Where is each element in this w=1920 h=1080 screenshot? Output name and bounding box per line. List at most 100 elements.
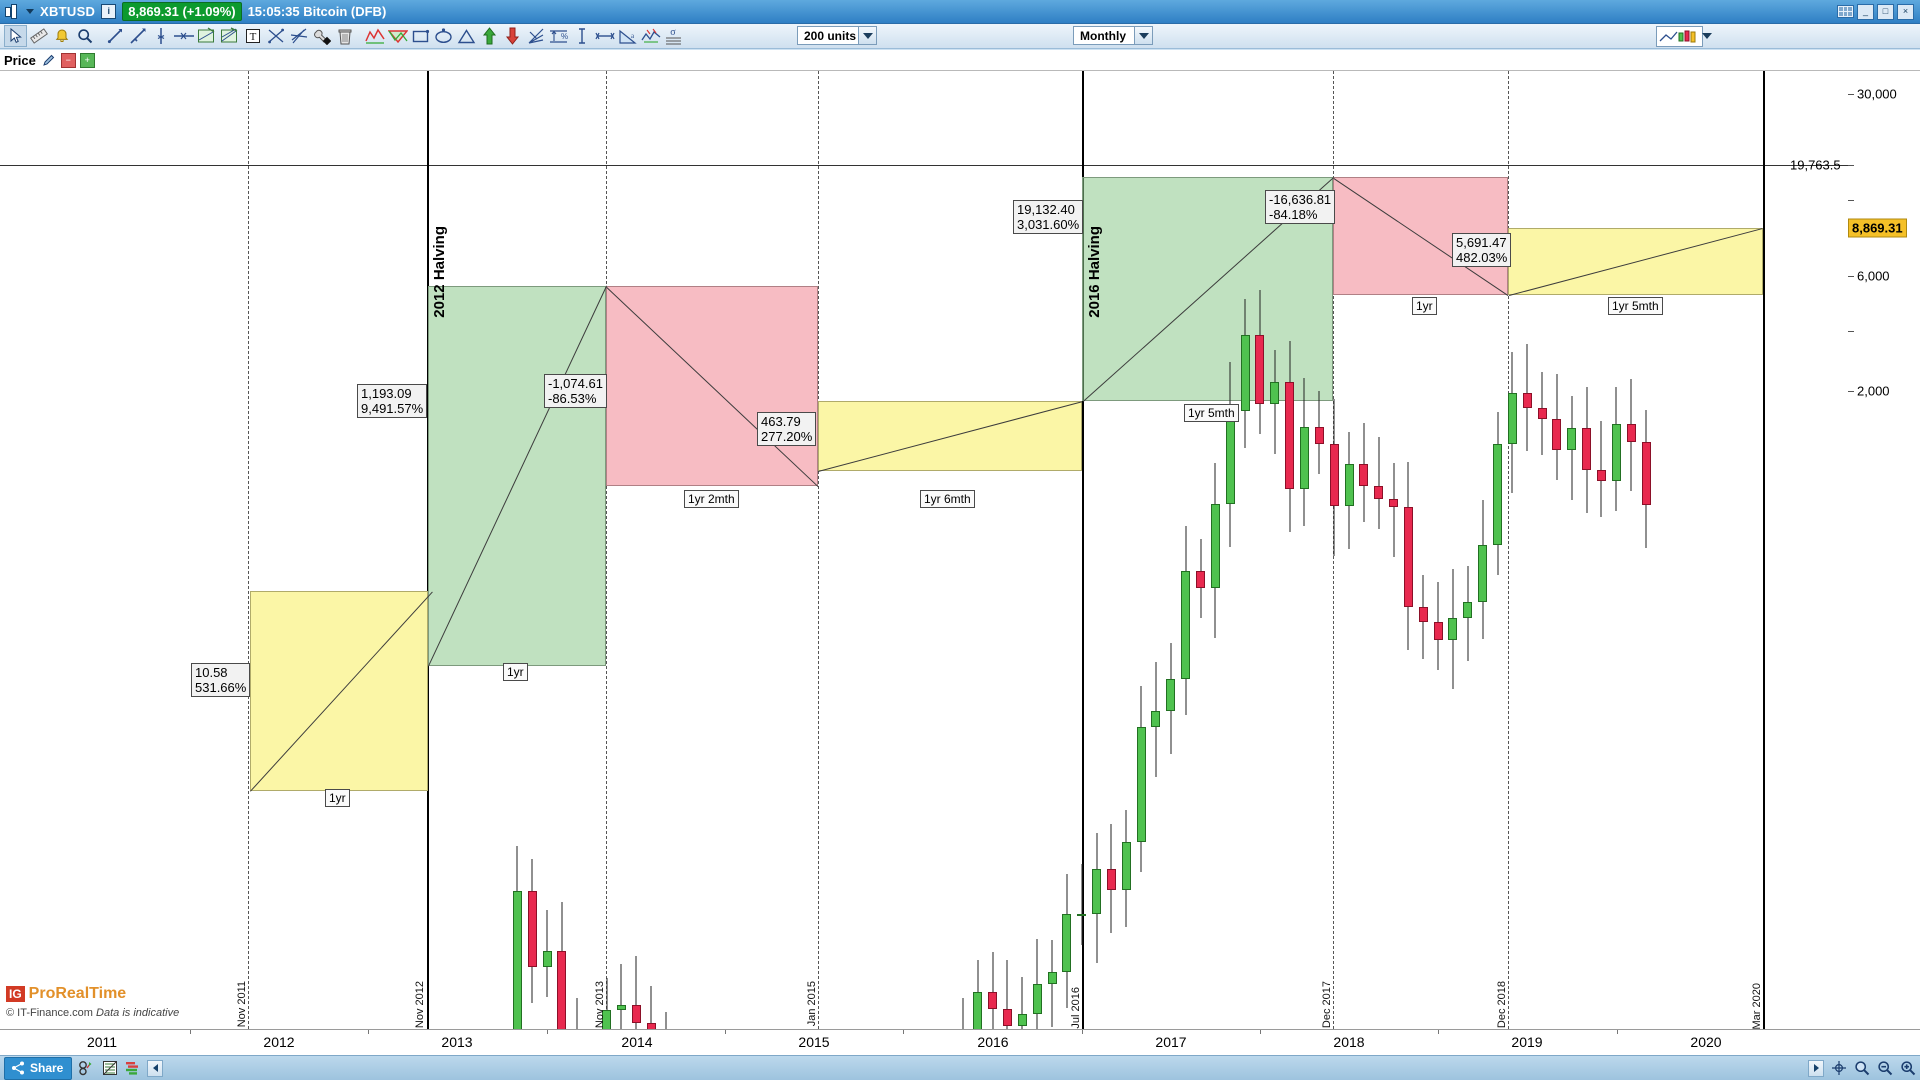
annotation-abs: 5,691.47: [1456, 235, 1507, 250]
candle: [1092, 833, 1102, 964]
ray-line-tool-icon[interactable]: [126, 25, 149, 47]
share-button[interactable]: Share: [4, 1056, 73, 1080]
parallel-channel-tool-icon[interactable]: [218, 25, 241, 47]
vertical-marker-nov-2011: [248, 71, 249, 1029]
date-label-nov-2011: Nov 2011: [236, 981, 248, 1028]
candle: [661, 1011, 670, 1029]
candle: [1433, 581, 1443, 670]
current-price-tag: 8,869.31: [1848, 218, 1907, 238]
candle: [557, 901, 567, 1029]
layout-grid-icon[interactable]: [1837, 5, 1854, 18]
sigma-bands-icon[interactable]: σ: [662, 25, 685, 47]
chart-canvas[interactable]: 10.58 531.66% 1,193.09 9,491.57% -1,074.…: [0, 71, 1849, 1029]
ellipse-tool-icon[interactable]: [432, 25, 455, 47]
duration-tag-4: 1yr 6mth: [920, 490, 975, 508]
plus-icon[interactable]: +: [79, 52, 95, 68]
candle: [1344, 432, 1354, 550]
triangle-tool-icon[interactable]: [455, 25, 478, 47]
last-price-badge: 8,869.31 (+1.09%): [122, 2, 242, 21]
crosshair-icon[interactable]: [1830, 1060, 1847, 1077]
candle: [1017, 977, 1027, 1029]
scroll-left-button[interactable]: [147, 1059, 164, 1077]
elliott-wave-tool-icon[interactable]: [386, 25, 409, 47]
magnifier-icon[interactable]: [1853, 1060, 1870, 1077]
candle: [1611, 387, 1621, 512]
angle-tool-icon[interactable]: a: [616, 25, 639, 47]
zoom-out-icon[interactable]: [1876, 1060, 1893, 1077]
down-arrow-tool-icon[interactable]: [501, 25, 524, 47]
crossing-lines-2-tool-icon[interactable]: [287, 25, 310, 47]
chart-style-button[interactable]: [1656, 26, 1703, 47]
pointer-tool-icon[interactable]: [4, 25, 27, 47]
candle: [1507, 352, 1517, 494]
candle: [572, 997, 581, 1029]
candle: [988, 951, 998, 1029]
pencil-icon[interactable]: [40, 52, 57, 69]
instrument-symbol[interactable]: XBTUSD: [40, 4, 95, 19]
chevron-down-icon[interactable]: [858, 27, 876, 44]
price-indicator-row: Price − +: [0, 50, 1920, 71]
zigzag-tool-icon[interactable]: [363, 25, 386, 47]
trash-delete-icon[interactable]: [333, 25, 356, 47]
vertical-measure-icon[interactable]: [570, 25, 593, 47]
info-icon[interactable]: i: [101, 4, 117, 19]
date-label-dec-2018: Dec 2018: [1496, 981, 1508, 1029]
prorealtime-window: XBTUSD i 8,869.31 (+1.09%) 15:05:35 Bitc…: [0, 0, 1920, 1080]
scroll-right-button[interactable]: [1808, 1059, 1824, 1077]
close-button[interactable]: ×: [1897, 3, 1914, 20]
magnifier-zoom-icon[interactable]: [73, 25, 96, 47]
x-tick-2019: 2019: [1511, 1034, 1543, 1050]
candle: [1329, 399, 1339, 556]
x-tick-2014: 2014: [621, 1034, 653, 1050]
zoom-in-icon[interactable]: [1899, 1060, 1916, 1077]
time-axis[interactable]: 2011 2012 2013 2014 2015 2016 2017 2018 …: [0, 1029, 1920, 1056]
depth-icon[interactable]: [124, 1060, 141, 1077]
annotation-pct: 482.03%: [1456, 250, 1508, 265]
duration-tag-3: 1yr 2mth: [684, 490, 739, 508]
vertical-line-tool-icon[interactable]: [149, 25, 172, 47]
up-arrow-tool-icon[interactable]: [478, 25, 501, 47]
price-axis[interactable]: 30,000 14,000 8,869.31 6,000 2,000: [1848, 71, 1920, 1029]
price-indicator-label: Price: [4, 52, 36, 68]
horizontal-line-tool-icon[interactable]: [172, 25, 195, 47]
annotation-pct: -86.53%: [548, 391, 597, 406]
channel-tool-icon[interactable]: [195, 25, 218, 47]
bell-alert-icon[interactable]: [50, 25, 73, 47]
ruler-tool-icon[interactable]: [27, 25, 50, 47]
candle: [1374, 436, 1384, 529]
date-label-jan-2015: Jan 2015: [806, 981, 818, 1027]
list-icon[interactable]: [101, 1060, 118, 1077]
candle: [527, 859, 537, 1004]
candle: [1463, 565, 1473, 661]
minus-icon[interactable]: −: [60, 52, 76, 68]
chevron-down-icon[interactable]: [26, 9, 34, 14]
segment-line-tool-icon[interactable]: [103, 25, 126, 47]
link-icon[interactable]: [78, 1060, 95, 1077]
candle: [1359, 423, 1369, 523]
annotation-change-7: 5,691.47 482.03%: [1452, 233, 1512, 267]
timeframe-select[interactable]: Monthly: [1073, 26, 1153, 45]
fan-tool-icon[interactable]: [524, 25, 547, 47]
x-tick-2016: 2016: [977, 1034, 1009, 1050]
settings-wrench-icon[interactable]: [310, 25, 333, 47]
candle: [1582, 387, 1592, 514]
units-select[interactable]: 200 units: [797, 26, 877, 45]
maximize-button[interactable]: □: [1877, 3, 1894, 20]
candle: [512, 846, 522, 1029]
percent-retracement-icon[interactable]: %: [547, 25, 570, 47]
cycle-tool-icon[interactable]: [639, 25, 662, 47]
halving-label-2016: 2016 Halving: [1086, 226, 1103, 318]
crossing-lines-tool-icon[interactable]: [264, 25, 287, 47]
candle: [1537, 371, 1547, 456]
text-tool-icon[interactable]: T: [241, 25, 264, 47]
minimize-button[interactable]: _: [1857, 3, 1874, 20]
chevron-down-icon[interactable]: [1134, 27, 1152, 44]
share-button-label: Share: [30, 1061, 64, 1075]
quote-time-name: 15:05:35 Bitcoin (DFB): [247, 4, 387, 19]
horizontal-measure-icon[interactable]: [593, 25, 616, 47]
units-select-value: 200 units: [804, 28, 857, 43]
chart-style-chevron-down-icon[interactable]: [1702, 33, 1712, 39]
rectangle-tool-icon[interactable]: [409, 25, 432, 47]
candle: [973, 960, 983, 1029]
candle: [1121, 810, 1131, 927]
